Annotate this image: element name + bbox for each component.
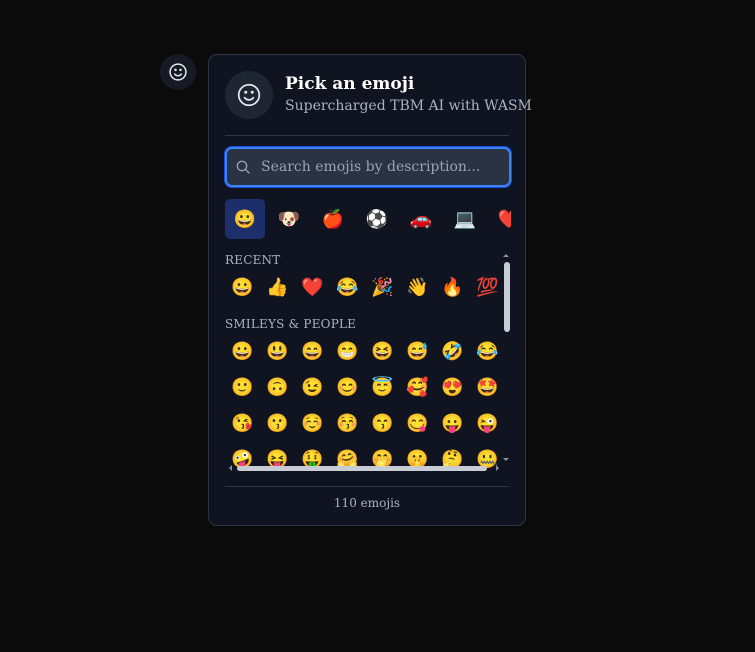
section-label-smileys: SMILEYS & PEOPLE: [225, 317, 357, 331]
recent-emoji-button[interactable]: 😂: [330, 269, 365, 305]
emoji-button[interactable]: 😆: [365, 333, 400, 369]
header-divider: [225, 135, 509, 136]
recent-emoji-button[interactable]: ❤️: [295, 269, 330, 305]
recent-grid: 😀 👍 ❤️ 😂 🎉 👋 🔥 💯: [225, 269, 505, 305]
horizontal-scroll-thumb[interactable]: [237, 466, 487, 471]
emoji-picker-panel: Pick an emoji Supercharged TBM AI with W…: [208, 54, 532, 526]
category-tab-activities[interactable]: ⚽: [357, 199, 397, 239]
emoji-button[interactable]: 🙃: [260, 369, 295, 405]
emoji-trigger-button[interactable]: [160, 54, 196, 90]
category-tab-objects[interactable]: 💻: [445, 199, 485, 239]
smile-icon: [169, 63, 187, 81]
recent-emoji-button[interactable]: 🔥: [435, 269, 470, 305]
emoji-button[interactable]: 😇: [365, 369, 400, 405]
emoji-button[interactable]: 😙: [365, 405, 400, 441]
vertical-scroll-thumb[interactable]: [504, 262, 510, 332]
emoji-button[interactable]: 😍: [435, 369, 470, 405]
footer-divider: [225, 486, 509, 487]
emoji-button[interactable]: 😘: [225, 405, 260, 441]
emoji-button[interactable]: 😊: [330, 369, 365, 405]
emoji-button[interactable]: 😋: [400, 405, 435, 441]
picker-header: Pick an emoji Supercharged TBM AI with W…: [225, 71, 532, 135]
section-label-recent: RECENT: [225, 253, 281, 267]
category-tab-animals[interactable]: 🐶: [269, 199, 309, 239]
search-input[interactable]: [261, 149, 501, 185]
picker-title: Pick an emoji: [285, 74, 415, 94]
search-icon: [236, 160, 250, 174]
scroll-up-arrow[interactable]: [503, 254, 509, 257]
emoji-button[interactable]: 😀: [225, 333, 260, 369]
recent-emoji-button[interactable]: 💯: [470, 269, 505, 305]
emoji-button[interactable]: 😄: [295, 333, 330, 369]
emoji-count: 110 emojis: [333, 496, 401, 510]
emoji-button[interactable]: 😗: [260, 405, 295, 441]
emoji-button[interactable]: 🤣: [435, 333, 470, 369]
vertical-scrollbar[interactable]: [502, 254, 512, 461]
recent-emoji-button[interactable]: 👋: [400, 269, 435, 305]
emoji-button[interactable]: 😉: [295, 369, 330, 405]
emoji-button[interactable]: 😂: [470, 333, 505, 369]
emoji-button[interactable]: 😁: [330, 333, 365, 369]
search-box[interactable]: [225, 147, 511, 187]
category-tabs: 😀 🐶 🍎 ⚽ 🚗 💻 ❤️: [225, 199, 511, 239]
horizontal-scrollbar[interactable]: [227, 463, 499, 473]
emoji-button[interactable]: 😜: [470, 405, 505, 441]
recent-emoji-button[interactable]: 🎉: [365, 269, 400, 305]
emoji-button[interactable]: 🤩: [470, 369, 505, 405]
emoji-button[interactable]: 😛: [435, 405, 470, 441]
emoji-button[interactable]: 🙂: [225, 369, 260, 405]
emoji-button[interactable]: 😚: [330, 405, 365, 441]
scroll-left-arrow[interactable]: [229, 465, 232, 471]
emoji-button[interactable]: 🥰: [400, 369, 435, 405]
smileys-grid: 😀 😃 😄 😁 😆 😅 🤣 😂 🙂 🙃 😉 😊 😇 🥰 😍 🤩 😘 😗 ☺️ 😚 😙 😋 😛 😜 🤪 😝 🤑 🤗 🤭 🤫 🤔 🤐: [225, 333, 505, 471]
recent-emoji-button[interactable]: 👍: [260, 269, 295, 305]
scroll-right-arrow[interactable]: [496, 465, 499, 471]
category-tab-food[interactable]: 🍎: [313, 199, 353, 239]
picker-subtitle: Supercharged TBM AI with WASM: [285, 98, 532, 114]
emoji-list[interactable]: RECENT 😀 👍 ❤️ 😂 🎉 👋 🔥 💯 SMILEYS & PEOPLE 😀 😃 😄 😁 😆 😅…: [225, 249, 511, 471]
emoji-button[interactable]: 😅: [400, 333, 435, 369]
header-avatar: [225, 71, 273, 119]
emoji-button[interactable]: ☺️: [295, 405, 330, 441]
scroll-down-arrow[interactable]: [503, 458, 509, 461]
category-tab-symbols[interactable]: ❤️: [489, 199, 511, 239]
smile-icon: [237, 83, 261, 107]
emoji-button[interactable]: 😃: [260, 333, 295, 369]
category-tab-smileys[interactable]: 😀: [225, 199, 265, 239]
recent-emoji-button[interactable]: 😀: [225, 269, 260, 305]
category-tab-travel[interactable]: 🚗: [401, 199, 441, 239]
